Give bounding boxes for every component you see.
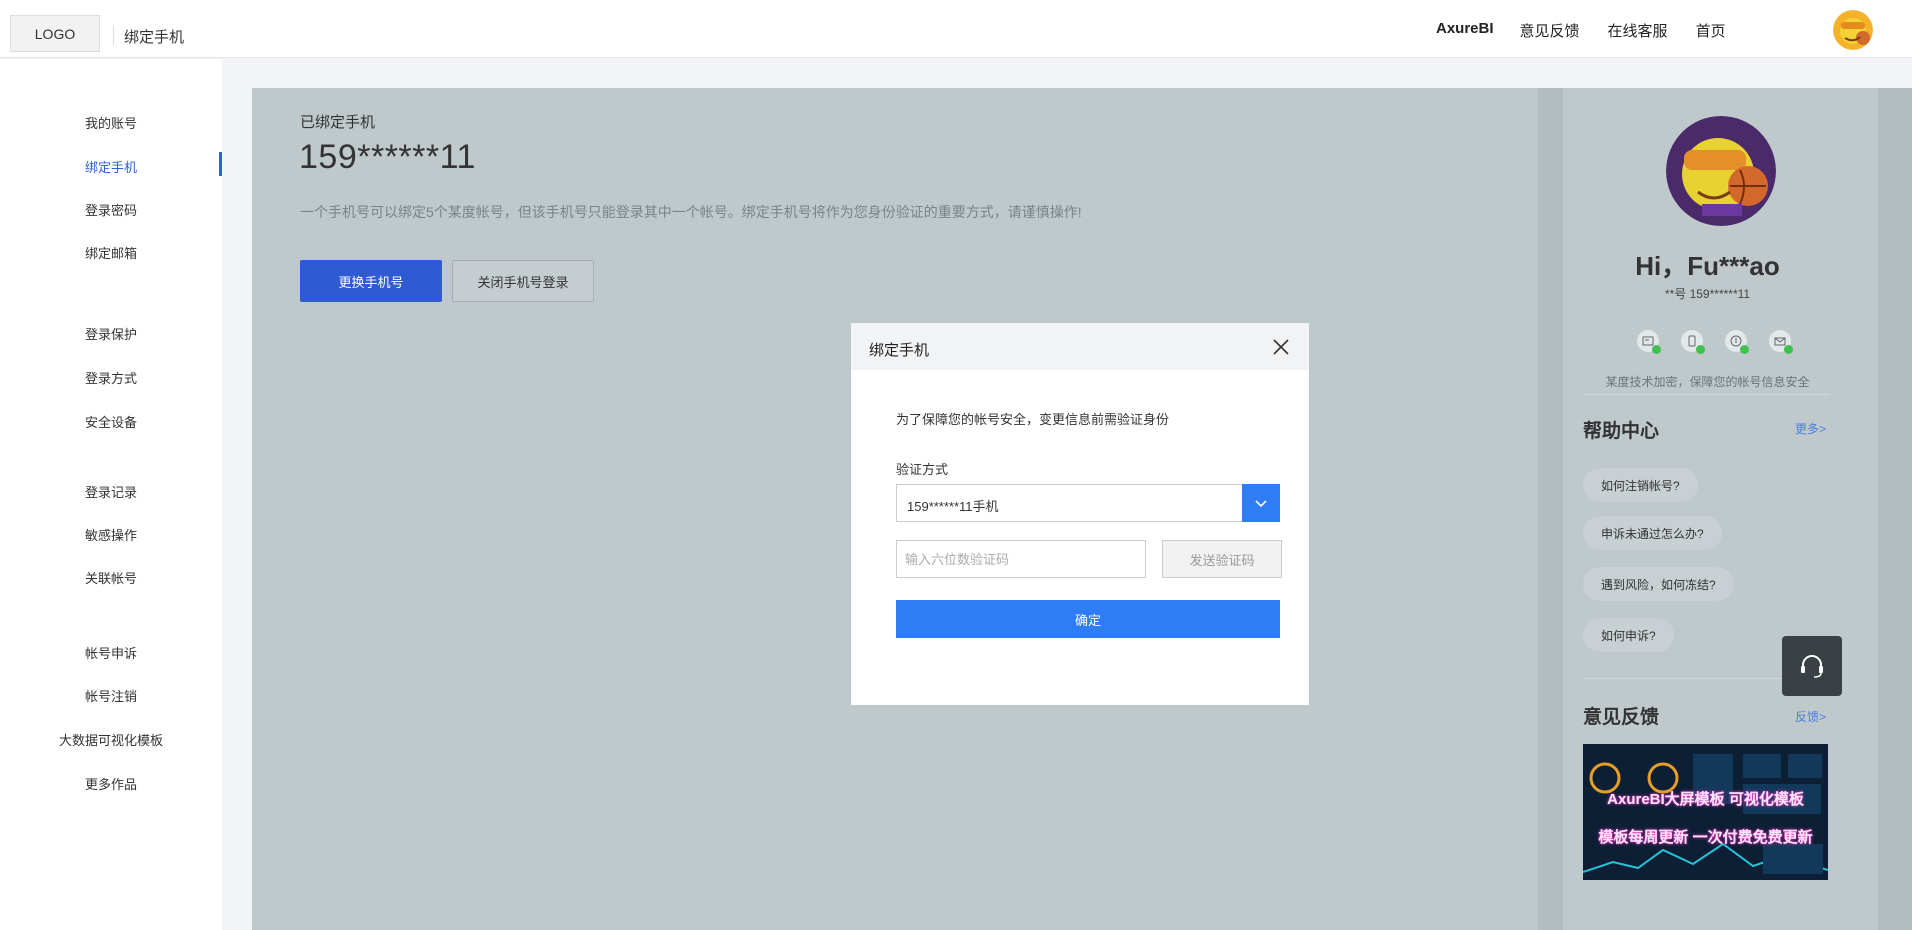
template-banner[interactable]: AxureBI大屏模板 可视化模板 模板每周更新 一次付费免费更新 <box>1583 744 1828 880</box>
sidebar-item-login-password[interactable]: 登录密码 <box>0 200 222 219</box>
overlay-stripe <box>1538 88 1563 930</box>
shield-icon[interactable] <box>1725 330 1749 354</box>
modal-tip: 为了保障您的帐号安全，变更信息前需验证身份 <box>896 412 1170 427</box>
id-card-icon[interactable] <box>1637 330 1661 354</box>
close-icon[interactable] <box>1269 335 1293 359</box>
send-code-button[interactable]: 发送验证码 <box>1162 540 1282 578</box>
help-item[interactable]: 如何申诉? <box>1583 618 1674 652</box>
sidebar-item-security-device[interactable]: 安全设备 <box>0 412 222 431</box>
sidebar-item-account-cancel[interactable]: 帐号注销 <box>0 686 222 705</box>
change-phone-button[interactable]: 更换手机号 <box>300 260 442 302</box>
modal-title: 绑定手机 <box>869 342 930 359</box>
bound-phone-description: 一个手机号可以绑定5个某度帐号，但该手机号只能登录其中一个帐号。绑定手机号将作为… <box>300 204 1082 220</box>
divider <box>1583 394 1830 395</box>
chevron-down-icon[interactable] <box>1242 484 1280 522</box>
verification-code-input[interactable] <box>896 540 1146 578</box>
top-nav: AxureBI 意见反馈 在线客服 首页 <box>1436 20 1754 41</box>
banner-line-1: AxureBI大屏模板 可视化模板 <box>1607 791 1804 808</box>
top-header: LOGO 绑定手机 AxureBI 意见反馈 在线客服 首页 <box>0 0 1912 58</box>
header-avatar[interactable] <box>1833 10 1873 50</box>
feedback-link[interactable]: 反馈> <box>1795 708 1826 725</box>
help-more-link[interactable]: 更多> <box>1795 420 1826 437</box>
verify-method-label: 验证方式 <box>896 462 949 477</box>
sidebar-item-linked-accounts[interactable]: 关联帐号 <box>0 568 222 587</box>
sidebar-item-login-method[interactable]: 登录方式 <box>0 368 222 387</box>
security-note: 某度技术加密，保障您的帐号信息安全 <box>1605 375 1810 389</box>
customer-service-button[interactable] <box>1782 636 1842 696</box>
sidebar-active-indicator <box>219 152 222 176</box>
help-item[interactable]: 申诉未通过怎么办? <box>1583 516 1722 550</box>
logo[interactable]: LOGO <box>10 15 100 52</box>
verify-method-select[interactable]: 159******11手机 <box>896 484 1280 522</box>
nav-home[interactable]: 首页 <box>1696 20 1726 41</box>
bound-phone-number: 159******11 <box>299 138 476 176</box>
nav-online-service[interactable]: 在线客服 <box>1608 20 1668 41</box>
bound-phone-label: 已绑定手机 <box>300 114 376 131</box>
sidebar-item-my-account[interactable]: 我的账号 <box>0 113 222 132</box>
security-status-icons <box>1637 330 1793 354</box>
profile-avatar <box>1666 116 1776 226</box>
confirm-button[interactable]: 确定 <box>896 600 1280 638</box>
page-title: 绑定手机 <box>124 29 185 46</box>
sidebar-item-login-record[interactable]: 登录记录 <box>0 482 222 501</box>
profile-greeting: Hi，Fu***ao <box>1635 251 1780 281</box>
close-phone-login-button[interactable]: 关闭手机号登录 <box>452 260 594 302</box>
help-center-title: 帮助中心 <box>1583 421 1660 442</box>
banner-line-2: 模板每周更新 一次付费免费更新 <box>1598 829 1813 846</box>
profile-account-info: **号 159******11 <box>1664 287 1751 301</box>
headset-icon <box>1801 655 1823 678</box>
nav-feedback[interactable]: 意见反馈 <box>1520 20 1580 41</box>
header-divider <box>113 25 114 45</box>
help-item[interactable]: 如何注销帐号? <box>1583 468 1698 502</box>
sidebar-item-bind-phone[interactable]: 绑定手机 <box>0 157 222 176</box>
sidebar-item-more-works[interactable]: 更多作品 <box>0 774 222 793</box>
sidebar-item-bigdata-templates[interactable]: 大数据可视化模板 <box>0 730 222 749</box>
sidebar-item-bind-email[interactable]: 绑定邮箱 <box>0 243 222 262</box>
modal-header: 绑定手机 <box>851 323 1309 370</box>
help-item[interactable]: 遇到风险，如何冻结? <box>1583 567 1734 601</box>
feedback-title: 意见反馈 <box>1583 707 1660 728</box>
overlay-stripe <box>1878 88 1912 930</box>
nav-axurebi[interactable]: AxureBI <box>1436 20 1494 41</box>
sidebar-item-login-protection[interactable]: 登录保护 <box>0 324 222 343</box>
sidebar-item-sensitive-ops[interactable]: 敏感操作 <box>0 525 222 544</box>
verify-method-value: 159******11手机 <box>907 499 999 514</box>
sidebar-item-account-appeal[interactable]: 帐号申诉 <box>0 643 222 662</box>
mail-icon[interactable] <box>1769 330 1793 354</box>
phone-icon[interactable] <box>1681 330 1705 354</box>
bind-phone-modal: 绑定手机 为了保障您的帐号安全，变更信息前需验证身份 验证方式 159*****… <box>851 323 1309 705</box>
